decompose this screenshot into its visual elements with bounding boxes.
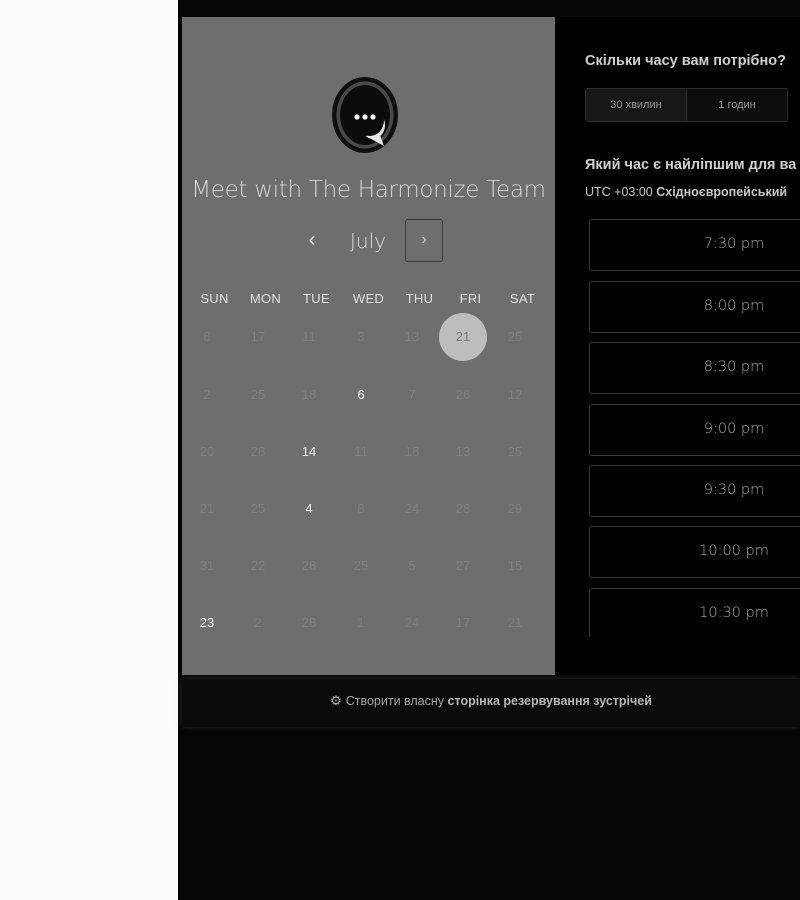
create-booking-page-link[interactable]: ⚙ Створити власну сторінка резервування з… [182, 693, 800, 709]
time-slot-label: 9:30 pm [703, 482, 765, 498]
calendar-day: 25 [353, 558, 369, 573]
calendar-day: 2 [203, 387, 211, 402]
weekday-label: THU [405, 291, 434, 306]
calendar-day: 21 [507, 615, 523, 630]
calendar-grid: 6 17 11 3 13 21 25 2 25 18 6 7 26 12 20 28 14 11 18 13 25 21 2… [189, 313, 548, 657]
calendar-day: 18 [301, 387, 317, 402]
time-slot-label: 7:30 pm [703, 236, 765, 252]
calendar-day: 11 [302, 329, 316, 344]
timezone-label[interactable]: UTC +03:00 Східноєвропейський [585, 185, 787, 199]
calendar-day: 28 [250, 444, 266, 459]
calendar-day: 6 [203, 329, 211, 344]
calendar-day: 24 [404, 501, 420, 516]
weekday-label: SAT [509, 291, 536, 306]
calendar-day: 13 [455, 444, 471, 459]
time-slot-button[interactable]: 10:00 pm [589, 526, 800, 578]
chat-bubble-logo-icon [332, 77, 398, 153]
time-slot-button[interactable]: 8:00 pm [589, 281, 800, 333]
time-slot-label: 10:30 pm [699, 605, 769, 621]
calendar-day: 26 [455, 387, 471, 402]
chevron-left-icon: ‹ [308, 229, 316, 251]
time-slots-clip [555, 637, 800, 675]
month-label: July [350, 229, 386, 253]
footer-bar: ⚙ Створити власну сторінка резервування з… [182, 679, 800, 727]
calendar-day: 28 [301, 615, 317, 630]
footer-link-strong: сторінка резервування зустрічей [447, 694, 652, 708]
calendar-day: 25 [250, 387, 266, 402]
booking-widget: Meet with The Harmonize Team ‹ July › SU… [182, 17, 800, 675]
weekday-label: SUN [200, 291, 229, 306]
duration-option-30min[interactable]: 30 хвилин [586, 89, 686, 121]
calendar-day: 25 [507, 444, 523, 459]
calendar-day: 7 [408, 387, 416, 402]
calendar-day: 11 [354, 444, 368, 459]
calendar-day: 24 [404, 615, 420, 630]
calendar-day: 25 [507, 329, 523, 344]
calendar-day[interactable]: 14 [285, 428, 333, 476]
calendar-day: 8 [357, 501, 365, 516]
time-slot-label: 9:00 pm [703, 421, 765, 437]
calendar-day[interactable]: 23 [183, 599, 231, 647]
time-slot-button[interactable]: 9:00 pm [589, 404, 800, 456]
duration-toggle: 30 хвилин 1 годин [585, 88, 788, 122]
scheduling-panel: Скільки часу вам потрібно? 30 хвилин 1 г… [555, 17, 800, 675]
calendar-day: 25 [250, 501, 266, 516]
weekday-label: WED [352, 291, 385, 306]
weekday-label: FRI [459, 291, 482, 306]
calendar-day: 18 [404, 444, 420, 459]
calendar-day: 17 [455, 615, 471, 630]
time-question: Який час є найліпшим для ва [585, 157, 797, 173]
calendar-day: 2 [254, 615, 262, 630]
time-slot-label: 10:00 pm [699, 543, 769, 559]
weekday-label: TUE [303, 291, 330, 306]
calendar-day: 13 [404, 329, 420, 344]
timezone-offset: UTC +03:00 [585, 185, 653, 199]
duration-option-1hour[interactable]: 1 годин [687, 89, 787, 121]
calendar-day: 22 [250, 558, 266, 573]
time-slot-button[interactable]: 7:30 pm [589, 219, 800, 271]
time-slot-button[interactable]: 8:30 pm [589, 342, 800, 394]
calendar-day-selected[interactable]: 21 [439, 313, 487, 361]
calendar-panel: Meet with The Harmonize Team ‹ July › SU… [182, 17, 555, 675]
calendar-day: 17 [250, 329, 266, 344]
calendar-day[interactable]: 6 [337, 371, 385, 419]
footer-link-prefix: Створити власну [345, 694, 445, 708]
time-slot-button[interactable]: 9:30 pm [589, 465, 800, 517]
calendar-day: 27 [455, 558, 471, 573]
timezone-name: Східноєвропейський [656, 185, 788, 199]
chevron-right-icon: › [421, 231, 427, 248]
calendar-day: 3 [357, 329, 365, 344]
hubspot-sprocket-icon: ⚙ [330, 693, 342, 708]
calendar-day: 20 [199, 444, 215, 459]
time-slot-button[interactable]: 10:30 pm [589, 588, 800, 640]
calendar-day[interactable]: 4 [285, 485, 333, 533]
calendar-day: 15 [507, 558, 523, 573]
calendar-day: 29 [507, 501, 523, 516]
next-month-button[interactable]: › [405, 219, 443, 262]
time-slot-label: 8:00 pm [703, 298, 765, 314]
calendar-day: 28 [455, 501, 471, 516]
duration-question: Скільки часу вам потрібно? [585, 53, 786, 69]
calendar-day: 31 [199, 558, 215, 573]
calendar-day: 21 [199, 501, 215, 516]
calendar-day: 5 [408, 558, 416, 573]
month-navigation: ‹ July › [182, 217, 555, 263]
calendar-day: 28 [301, 558, 317, 573]
team-title: Meet with The Harmonize Team [191, 177, 546, 203]
calendar-day: 1 [357, 615, 365, 630]
weekday-header: SUN MON TUE WED THU FRI SAT [189, 291, 548, 307]
previous-month-button[interactable]: ‹ [300, 227, 324, 253]
time-slot-label: 8:30 pm [703, 359, 765, 375]
calendar-day: 12 [507, 387, 523, 402]
weekday-label: MON [249, 291, 282, 306]
